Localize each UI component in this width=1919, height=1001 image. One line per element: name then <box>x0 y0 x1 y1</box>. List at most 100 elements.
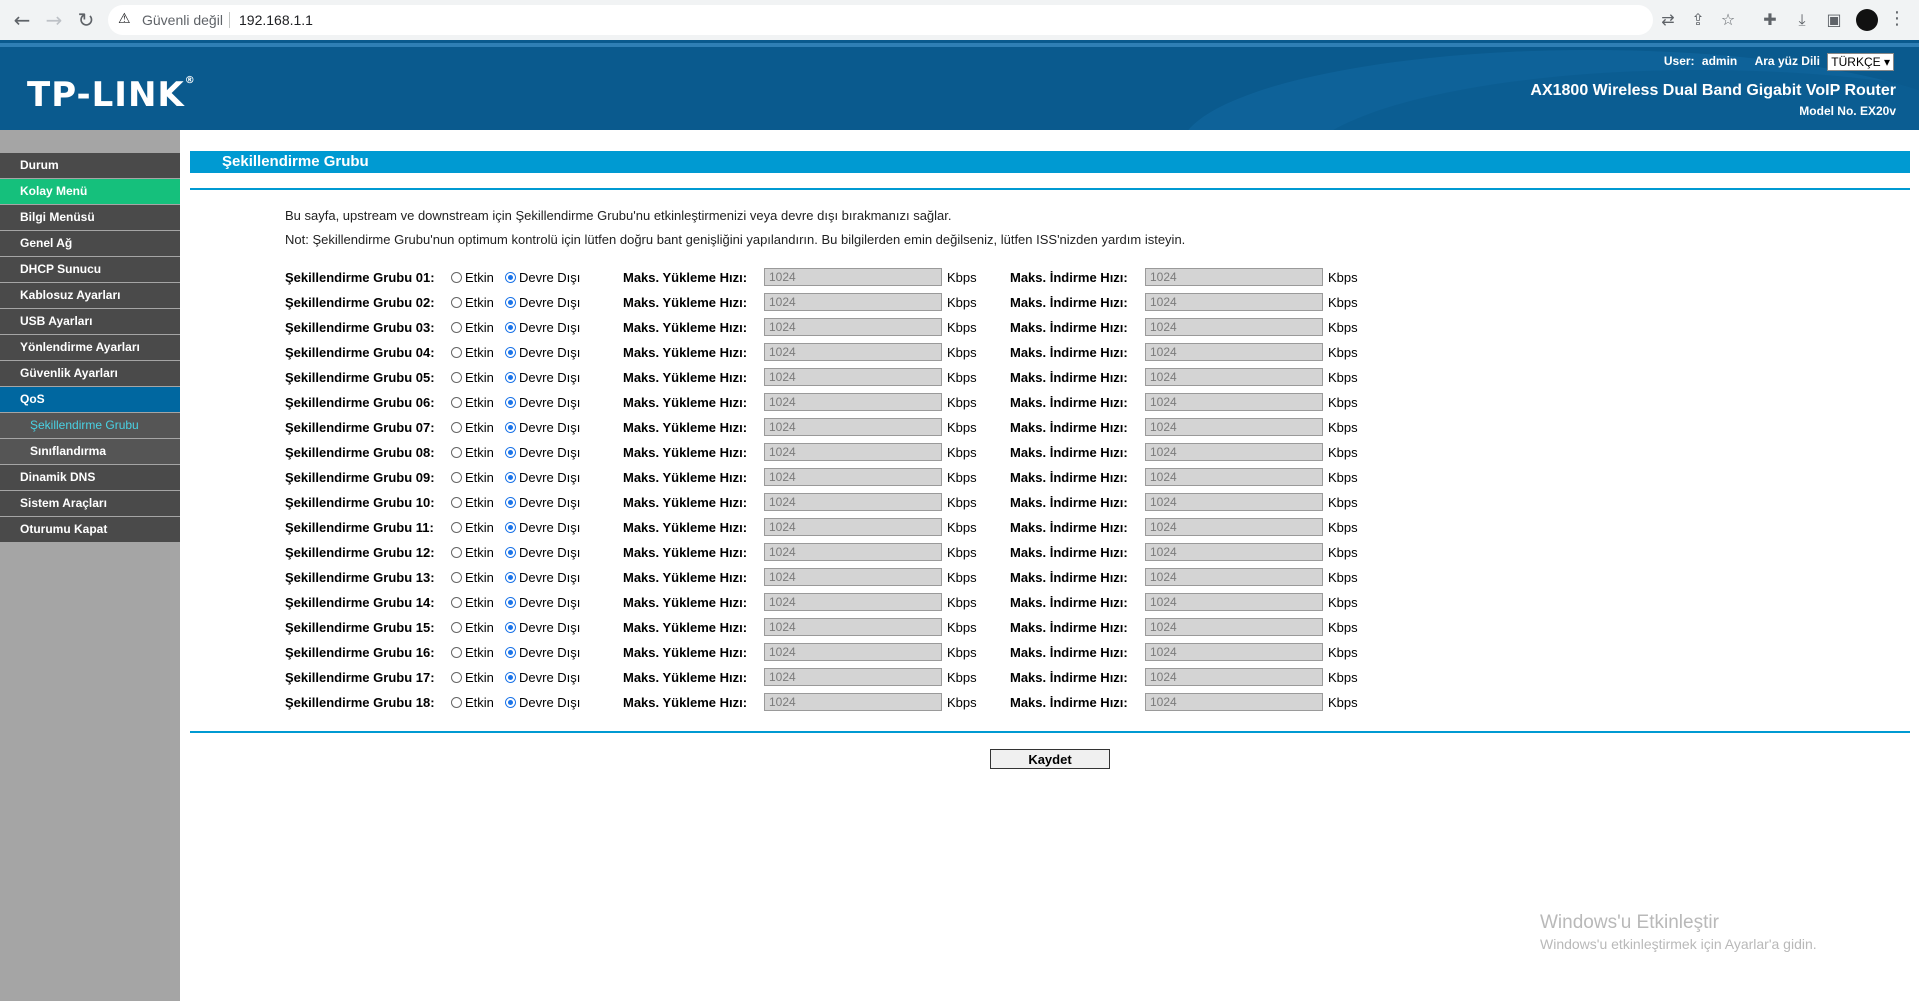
language-select[interactable]: TÜRKÇE ▾ <box>1827 53 1894 71</box>
disable-radio[interactable]: Devre Dışı <box>505 270 580 285</box>
download-rate-input[interactable]: 1024 <box>1145 418 1323 436</box>
disable-radio[interactable]: Devre Dışı <box>505 620 580 635</box>
upload-rate-input[interactable]: 1024 <box>764 568 942 586</box>
url-text[interactable]: 192.168.1.1 <box>239 12 313 28</box>
radio-icon[interactable] <box>451 497 462 508</box>
radio-icon[interactable] <box>451 672 462 683</box>
upload-rate-input[interactable]: 1024 <box>764 493 942 511</box>
sidebar-item-kolay-menu[interactable]: Kolay Menü <box>0 179 180 204</box>
disable-radio[interactable]: Devre Dışı <box>505 695 580 710</box>
disable-radio[interactable]: Devre Dışı <box>505 495 580 510</box>
download-rate-input[interactable]: 1024 <box>1145 518 1323 536</box>
sidebar-item-sistem-araclari[interactable]: Sistem Araçları <box>0 491 180 516</box>
translate-icon[interactable]: ⇄ <box>1657 9 1679 31</box>
enable-radio[interactable]: Etkin <box>451 495 494 510</box>
disable-radio[interactable]: Devre Dışı <box>505 470 580 485</box>
enable-radio[interactable]: Etkin <box>451 620 494 635</box>
enable-radio[interactable]: Etkin <box>451 645 494 660</box>
disable-radio[interactable]: Devre Dışı <box>505 545 580 560</box>
disable-radio[interactable]: Devre Dışı <box>505 370 580 385</box>
enable-radio[interactable]: Etkin <box>451 445 494 460</box>
download-rate-input[interactable]: 1024 <box>1145 393 1323 411</box>
enable-radio[interactable]: Etkin <box>451 545 494 560</box>
enable-radio[interactable]: Etkin <box>451 695 494 710</box>
upload-rate-input[interactable]: 1024 <box>764 318 942 336</box>
disable-radio[interactable]: Devre Dışı <box>505 345 580 360</box>
address-bar[interactable]: ⚠ Güvenli değil 192.168.1.1 <box>108 5 1653 35</box>
upload-rate-input[interactable]: 1024 <box>764 368 942 386</box>
upload-rate-input[interactable]: 1024 <box>764 643 942 661</box>
disable-radio[interactable]: Devre Dışı <box>505 395 580 410</box>
sidebar-item-genel-ag[interactable]: Genel Ağ <box>0 231 180 256</box>
security-label[interactable]: Güvenli değil <box>142 12 223 28</box>
radio-icon[interactable] <box>451 697 462 708</box>
radio-icon[interactable] <box>451 522 462 533</box>
download-rate-input[interactable]: 1024 <box>1145 543 1323 561</box>
radio-icon[interactable] <box>451 597 462 608</box>
download-rate-input[interactable]: 1024 <box>1145 293 1323 311</box>
enable-radio[interactable]: Etkin <box>451 520 494 535</box>
disable-radio[interactable]: Devre Dışı <box>505 520 580 535</box>
enable-radio[interactable]: Etkin <box>451 595 494 610</box>
disable-radio[interactable]: Devre Dışı <box>505 645 580 660</box>
save-button[interactable]: Kaydet <box>990 749 1110 769</box>
radio-icon[interactable] <box>451 447 462 458</box>
extensions-icon[interactable]: ✚ <box>1759 9 1781 31</box>
download-rate-input[interactable]: 1024 <box>1145 468 1323 486</box>
radio-icon[interactable] <box>451 322 462 333</box>
sidebar-subitem-siniflandirma[interactable]: Sınıflandırma <box>0 439 180 464</box>
radio-icon[interactable] <box>505 597 516 608</box>
sidebar-item-qos[interactable]: QoS <box>0 387 180 412</box>
star-icon[interactable]: ☆ <box>1717 9 1739 31</box>
radio-icon[interactable] <box>451 622 462 633</box>
enable-radio[interactable]: Etkin <box>451 345 494 360</box>
radio-icon[interactable] <box>505 372 516 383</box>
disable-radio[interactable]: Devre Dışı <box>505 670 580 685</box>
enable-radio[interactable]: Etkin <box>451 670 494 685</box>
radio-icon[interactable] <box>451 272 462 283</box>
radio-icon[interactable] <box>451 397 462 408</box>
radio-icon[interactable] <box>505 322 516 333</box>
download-rate-input[interactable]: 1024 <box>1145 693 1323 711</box>
disable-radio[interactable]: Devre Dışı <box>505 295 580 310</box>
sidebar-subitem-sekillendirme-grubu[interactable]: Şekillendirme Grubu <box>0 413 180 438</box>
download-rate-input[interactable]: 1024 <box>1145 618 1323 636</box>
sidebar-item-dhcp-sunucu[interactable]: DHCP Sunucu <box>0 257 180 282</box>
sidebar-item-dinamik-dns[interactable]: Dinamik DNS <box>0 465 180 490</box>
enable-radio[interactable]: Etkin <box>451 370 494 385</box>
disable-radio[interactable]: Devre Dışı <box>505 570 580 585</box>
download-icon[interactable]: ⤓ <box>1791 9 1813 31</box>
radio-icon[interactable] <box>505 447 516 458</box>
radio-icon[interactable] <box>451 422 462 433</box>
upload-rate-input[interactable]: 1024 <box>764 693 942 711</box>
download-rate-input[interactable]: 1024 <box>1145 368 1323 386</box>
sidebar-item-kablosuz-ayarlari[interactable]: Kablosuz Ayarları <box>0 283 180 308</box>
back-icon[interactable]: ← <box>10 8 34 32</box>
radio-icon[interactable] <box>451 647 462 658</box>
enable-radio[interactable]: Etkin <box>451 395 494 410</box>
forward-icon[interactable]: → <box>42 8 66 32</box>
radio-icon[interactable] <box>505 397 516 408</box>
upload-rate-input[interactable]: 1024 <box>764 543 942 561</box>
radio-icon[interactable] <box>505 422 516 433</box>
upload-rate-input[interactable]: 1024 <box>764 293 942 311</box>
disable-radio[interactable]: Devre Dışı <box>505 320 580 335</box>
radio-icon[interactable] <box>505 547 516 558</box>
profile-avatar[interactable] <box>1856 9 1878 31</box>
radio-icon[interactable] <box>505 572 516 583</box>
upload-rate-input[interactable]: 1024 <box>764 668 942 686</box>
upload-rate-input[interactable]: 1024 <box>764 268 942 286</box>
radio-icon[interactable] <box>505 672 516 683</box>
reload-icon[interactable]: ↻ <box>74 8 98 32</box>
radio-icon[interactable] <box>451 297 462 308</box>
radio-icon[interactable] <box>505 472 516 483</box>
warning-icon[interactable]: ⚠ <box>118 11 131 27</box>
download-rate-input[interactable]: 1024 <box>1145 668 1323 686</box>
radio-icon[interactable] <box>451 347 462 358</box>
sidebar-item-usb-ayarlari[interactable]: USB Ayarları <box>0 309 180 334</box>
radio-icon[interactable] <box>451 372 462 383</box>
enable-radio[interactable]: Etkin <box>451 470 494 485</box>
radio-icon[interactable] <box>505 522 516 533</box>
upload-rate-input[interactable]: 1024 <box>764 418 942 436</box>
radio-icon[interactable] <box>451 547 462 558</box>
